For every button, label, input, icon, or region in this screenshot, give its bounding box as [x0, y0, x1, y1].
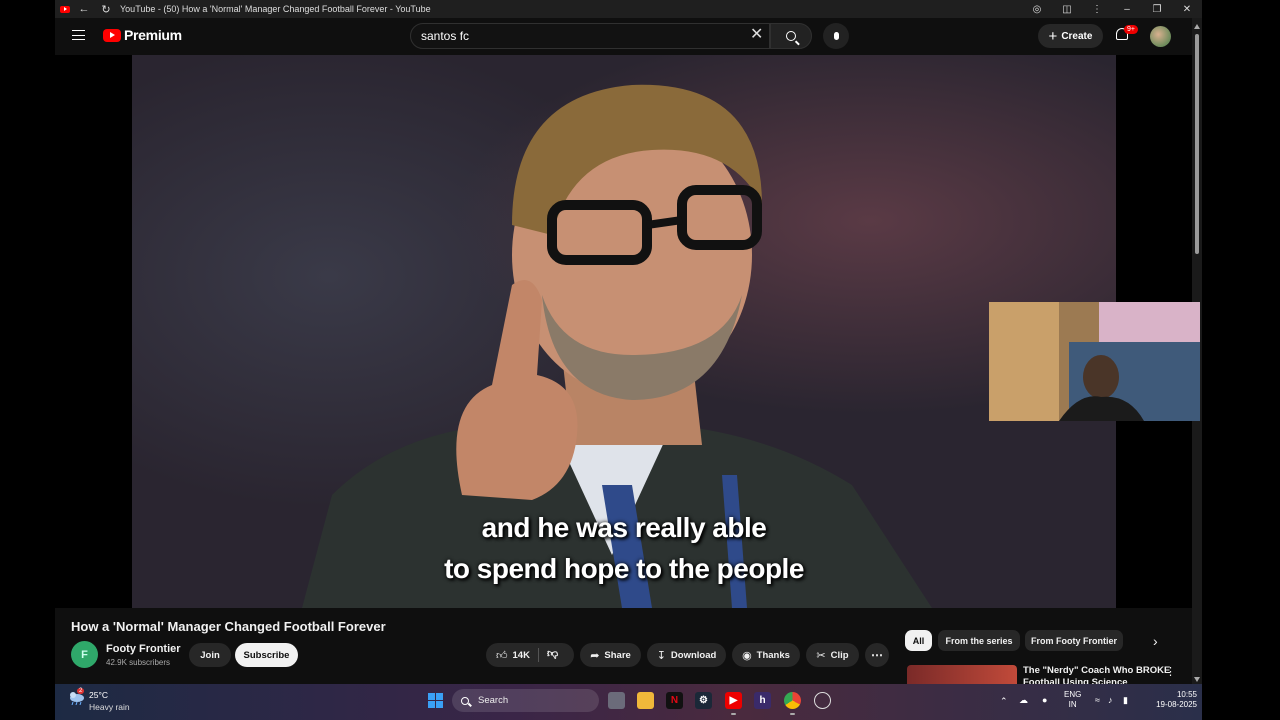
clear-search-icon[interactable]: ✕: [750, 26, 763, 44]
youtube-favicon-icon: [60, 5, 70, 13]
video-player[interactable]: and he was really able to spend hope to …: [132, 55, 1116, 608]
tray-overflow-chevron-icon[interactable]: ⌃: [1000, 696, 1008, 707]
plus-icon: +: [1048, 27, 1058, 45]
scroll-down-icon[interactable]: [1194, 677, 1200, 682]
language-indicator[interactable]: ENG IN: [1064, 690, 1081, 710]
share-button[interactable]: ➦ Share: [580, 643, 641, 667]
thumbs-up-icon[interactable]: 👍︎: [496, 649, 508, 662]
like-count[interactable]: 14K: [513, 650, 530, 661]
search-button[interactable]: [770, 23, 812, 49]
recommendation-thumbnail[interactable]: [907, 665, 1017, 684]
thanks-button[interactable]: ◉ Thanks: [732, 643, 800, 667]
download-label: Download: [670, 649, 717, 661]
notification-badge: 9+: [1124, 25, 1138, 34]
chip-from-the-series[interactable]: From the series: [938, 630, 1020, 651]
chatgpt-icon[interactable]: [814, 692, 831, 709]
scrollbar-thumb[interactable]: [1195, 34, 1199, 254]
clock-date: 19-08-2025: [1156, 700, 1197, 709]
weather-condition[interactable]: Heavy rain: [89, 702, 130, 712]
hamburger-menu-icon[interactable]: [72, 30, 85, 40]
youtube-app-icon[interactable]: ▶: [725, 692, 742, 715]
taskbar-search-icon: [461, 696, 469, 705]
like-dislike-group: 👍︎ 14K 👎︎: [486, 643, 574, 667]
webcam-frame: [989, 302, 1200, 421]
more-actions-button[interactable]: ⋯: [865, 643, 889, 667]
scroll-up-icon[interactable]: [1194, 24, 1200, 29]
file-explorer-icon[interactable]: [637, 692, 654, 709]
channel-avatar[interactable]: F: [71, 641, 98, 668]
subscriber-count: 42.9K subscribers: [106, 658, 171, 667]
create-button[interactable]: + Create: [1038, 24, 1103, 48]
create-label: Create: [1061, 30, 1093, 42]
subtitle-line-1: and he was really able: [481, 512, 767, 543]
channel-name[interactable]: Footy Frontier: [106, 643, 181, 655]
share-label: Share: [604, 649, 631, 661]
battery-icon[interactable]: ▮: [1123, 695, 1128, 706]
thumbs-down-icon[interactable]: 👎︎: [547, 647, 558, 660]
kebab-menu-icon[interactable]: ⋮: [1082, 4, 1112, 15]
join-button[interactable]: Join: [189, 643, 231, 667]
restore-icon[interactable]: ❐: [1142, 4, 1172, 15]
clip-button[interactable]: ✂︎ Clip: [806, 643, 859, 667]
taskbar-search-label: Search: [478, 695, 509, 706]
youtube-play-icon: [103, 28, 121, 42]
temperature[interactable]: 25°C: [89, 690, 108, 700]
share-arrow-icon: ➦: [590, 649, 600, 662]
video-title: How a 'Normal' Manager Changed Football …: [71, 619, 386, 634]
subtitle-line-2: to spend hope to the people: [444, 553, 804, 584]
search-icon: [786, 31, 796, 41]
back-arrow-icon[interactable]: ←: [76, 3, 92, 15]
chip-from-channel[interactable]: From Footy Frontier: [1025, 630, 1123, 651]
onedrive-icon[interactable]: ☁: [1019, 695, 1028, 706]
eye-off-icon[interactable]: ◎: [1022, 4, 1052, 15]
chevron-right-icon[interactable]: ›: [1153, 633, 1158, 649]
voice-search-button[interactable]: [823, 23, 849, 49]
logo-text: Premium: [124, 27, 182, 43]
windows-start-icon[interactable]: [428, 693, 443, 708]
more-horizontal-icon: ⋯: [871, 648, 883, 662]
close-icon[interactable]: ✕: [1172, 4, 1202, 15]
minimize-icon[interactable]: –: [1112, 4, 1142, 15]
youtube-header: Premium santos fc ✕ + Create 9+: [55, 18, 1192, 55]
recommendation-menu-icon[interactable]: ⋮: [1165, 665, 1176, 678]
task-view-icon[interactable]: [608, 692, 625, 709]
tray-mic-icon[interactable]: ●: [1042, 695, 1047, 705]
download-icon: ↧: [656, 649, 666, 662]
taskbar-search[interactable]: Search: [452, 689, 599, 712]
scissors-icon: ✂︎: [816, 649, 826, 662]
windows-taskbar: 2 25°C Heavy rain Search N ⚙ ▶ h ⌃ ☁ ● E…: [55, 684, 1202, 720]
thanks-label: Thanks: [756, 649, 790, 661]
super-thanks-icon: ◉: [742, 649, 752, 662]
account-avatar[interactable]: [1150, 26, 1171, 47]
clip-label: Clip: [830, 649, 849, 661]
region-code: IN: [1068, 700, 1077, 709]
extensions-icon[interactable]: ◫: [1052, 4, 1082, 15]
youtube-logo[interactable]: Premium: [103, 27, 182, 43]
search-input[interactable]: santos fc: [410, 23, 770, 49]
hackerrank-icon[interactable]: h: [754, 692, 771, 709]
webcam-overlay: [989, 302, 1200, 421]
wifi-icon[interactable]: ≈: [1095, 695, 1100, 705]
recommendation-title[interactable]: The "Nerdy" Coach Who BROKE Football Usi…: [1023, 665, 1173, 684]
chip-all[interactable]: All: [905, 630, 932, 651]
steam-icon[interactable]: ⚙: [695, 692, 712, 709]
netflix-icon[interactable]: N: [666, 692, 683, 709]
system-clock[interactable]: 10:55 19-08-2025: [1147, 690, 1197, 710]
subscribe-button[interactable]: Subscribe: [235, 643, 298, 667]
volume-icon[interactable]: ♪: [1108, 695, 1113, 705]
language-code: ENG: [1064, 690, 1082, 699]
clock-time: 10:55: [1176, 690, 1197, 699]
video-details: How a 'Normal' Manager Changed Football …: [55, 608, 1192, 684]
browser-titlebar: ← ↻ YouTube - (50) How a 'Normal' Manage…: [55, 0, 1202, 18]
reload-icon[interactable]: ↻: [98, 3, 114, 16]
chrome-icon[interactable]: [784, 692, 801, 715]
microphone-icon: [833, 32, 839, 40]
like-separator: [538, 648, 539, 662]
screen: ← ↻ YouTube - (50) How a 'Normal' Manage…: [0, 0, 1280, 720]
download-button[interactable]: ↧ Download: [647, 643, 726, 667]
weather-rain-icon[interactable]: [68, 692, 85, 705]
window-title: YouTube - (50) How a 'Normal' Manager Ch…: [120, 4, 431, 14]
